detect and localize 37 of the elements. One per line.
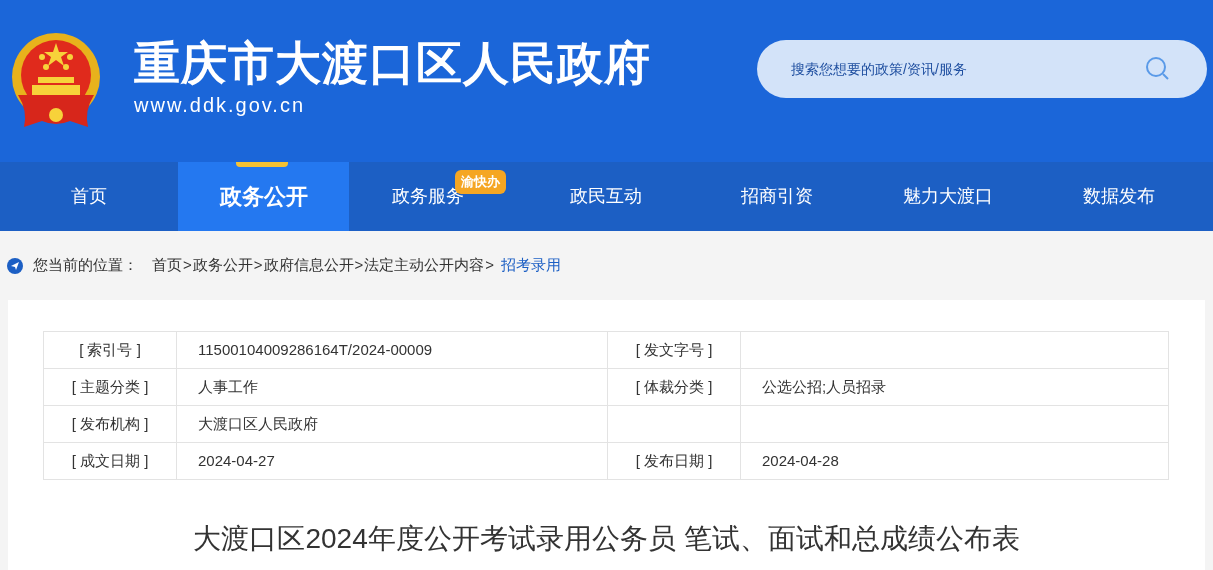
nav-tab[interactable]: 招商引资 [691,162,862,231]
field-value: 11500104009286164T/2024-00009 [198,340,433,358]
field-value: 2024-04-27 [198,451,275,469]
field-value: 大渡口区人民政府 [198,414,318,432]
nav-tab[interactable]: 魅力大渡口 [862,162,1033,231]
field-label: [ 成文日期 ] [71,451,149,469]
breadcrumb-separator: > [253,255,263,276]
breadcrumb-separator: > [183,255,192,276]
site-title: 重庆市大渡口区人民政府 [134,36,651,91]
field-label: [ 体裁分类 ] [635,377,713,395]
nav-tab[interactable]: 政务公开 [178,162,349,231]
field-label: [ 索引号 ] [79,340,141,358]
active-indicator [236,162,288,167]
site-url: www.ddk.gov.cn [134,93,307,118]
breadcrumb-link[interactable]: 政府信息公开 [263,254,354,277]
search-field[interactable]: 搜索您想要的政策/资讯/服务 [791,58,1145,80]
field-value: 2024-04-28 [762,451,839,469]
field-value: 公选公招;人员招录 [762,377,887,395]
location-icon [7,257,23,274]
field-label: [ 发布机构 ] [71,414,149,432]
search-icon[interactable] [1145,56,1171,82]
breadcrumb-link[interactable]: 法定主动公开内容 [364,254,485,277]
nav-tab[interactable]: 数据发布 [1033,162,1204,231]
search-bar[interactable]: 搜索您想要的政策/资讯/服务 [757,40,1207,98]
nav-tab[interactable]: 首页 [0,162,178,231]
breadcrumb-link[interactable]: 首页 [152,254,182,277]
breadcrumb-link[interactable]: 政务公开 [192,254,253,277]
breadcrumb-separator: > [354,255,364,276]
field-value: 人事工作 [198,377,258,395]
nav-tab[interactable]: 政民互动 [520,162,691,231]
breadcrumb-separator: > [485,255,495,276]
field-label: [ 发布日期 ] [635,451,713,469]
field-label: [ 主题分类 ] [71,377,149,395]
breadcrumb-label: 您当前的位置： [33,255,138,276]
article-title: 大渡口区2024年度公开考试录用公务员 笔试、面试和总成绩公布表 [192,522,1021,556]
breadcrumb-current[interactable]: 招考录用 [501,254,562,277]
field-label: [ 发文字号 ] [635,340,713,358]
